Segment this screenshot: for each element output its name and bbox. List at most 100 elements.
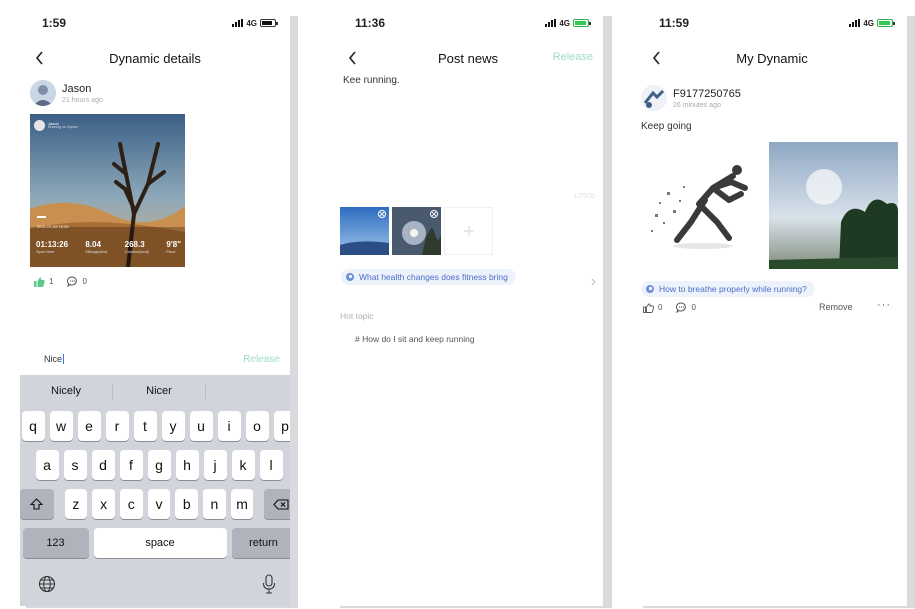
key-row-1: q w e r t y u i o p [20, 411, 290, 441]
key[interactable]: i [217, 411, 241, 441]
photo-stats: 01:13:26 Sport time 8.04 Mileage(km) 268.3… [36, 240, 181, 254]
key[interactable]: z [64, 489, 88, 519]
close-icon [432, 212, 436, 216]
workout-photo[interactable]: Jason Running on Gymax 2021-01-08 16:05 … [30, 114, 185, 267]
like-button[interactable]: 0 [643, 302, 662, 313]
dictation-button[interactable] [262, 574, 276, 599]
battery-charging-icon [573, 19, 591, 27]
hot-topic-item[interactable]: # How do I sit and keep running [355, 334, 475, 344]
selected-topic[interactable]: What health changes does fitness bring [341, 265, 516, 285]
backspace-icon [273, 498, 289, 510]
shift-key[interactable] [20, 489, 54, 519]
post-time: 21 hours ago [62, 96, 103, 104]
remove-image-button[interactable] [378, 210, 386, 218]
post-topic[interactable]: How to breathe properly while running? [641, 277, 815, 297]
post-images [637, 142, 898, 269]
key[interactable]: t [133, 411, 157, 441]
post-image[interactable] [637, 142, 766, 269]
post-author: F9177250765 26 minutes ago [637, 85, 907, 111]
globe-icon [38, 575, 56, 593]
status-bar: 1:59 4G [20, 6, 290, 40]
char-counter: 12/500 [573, 193, 595, 200]
key[interactable]: x [92, 489, 115, 519]
chevron-left-icon [348, 51, 356, 65]
photo-header-sub: Running on Gymax [48, 124, 78, 129]
attached-image[interactable] [392, 207, 441, 255]
plus-icon [463, 226, 474, 236]
suggestion-item[interactable]: Nicer [113, 385, 205, 397]
key[interactable]: q [21, 411, 45, 441]
key[interactable]: n [203, 489, 226, 519]
signal-icon [545, 19, 557, 27]
key[interactable]: l [259, 450, 283, 480]
key[interactable]: b [175, 489, 199, 519]
comment-bar: Nice Release [20, 348, 290, 370]
comment-input[interactable]: Nice [44, 354, 65, 364]
key[interactable]: o [245, 411, 269, 441]
key[interactable]: r [105, 411, 129, 441]
key[interactable]: f [119, 450, 143, 480]
key[interactable]: a [35, 450, 59, 480]
topic-chevron[interactable] [591, 273, 596, 291]
backspace-key[interactable] [264, 489, 290, 519]
comment-button[interactable]: 0 [67, 276, 87, 287]
signal-icon [232, 19, 244, 27]
topic-icon [346, 272, 354, 281]
avatar[interactable] [641, 85, 667, 111]
photo-avatar [34, 120, 45, 131]
avatar-image [641, 85, 667, 111]
numbers-key[interactable]: 123 [22, 528, 89, 558]
author-name: Jason [62, 82, 92, 95]
screen-post-news: 11:36 4G Post news Release Kee running. … [333, 6, 603, 606]
status-time: 11:36 [355, 16, 386, 30]
suggestion-item[interactable]: Nicely [20, 385, 112, 397]
more-button[interactable]: ··· [877, 299, 891, 311]
back-button[interactable] [343, 49, 361, 67]
key[interactable]: j [203, 450, 227, 480]
chevron-left-icon [35, 51, 43, 65]
post-text-area[interactable]: Kee running. [343, 75, 400, 86]
close-icon [380, 212, 384, 216]
author-name: F9177250765 [673, 87, 741, 100]
back-button[interactable] [647, 49, 665, 67]
key[interactable]: s [63, 450, 87, 480]
key[interactable]: c [119, 489, 143, 519]
remove-button[interactable]: Remove [819, 302, 853, 312]
status-time: 11:59 [659, 16, 690, 30]
key[interactable]: p [273, 411, 290, 441]
battery-icon [260, 19, 278, 27]
like-button[interactable]: 1 [34, 277, 53, 287]
release-button[interactable]: Release [553, 51, 593, 63]
photo-stat: 8.04 Mileage(km) [85, 240, 107, 254]
add-image-button[interactable] [444, 207, 493, 255]
screen-dynamic-details: 1:59 4G Dynamic details Jason 21 hours a… [20, 6, 290, 606]
attached-image[interactable] [340, 207, 389, 255]
key[interactable]: d [91, 450, 115, 480]
topic-icon [646, 284, 654, 293]
release-button[interactable]: Release [243, 354, 280, 365]
page-title: Dynamic details [109, 50, 201, 66]
key[interactable]: g [147, 450, 171, 480]
key-row-4: 123 space return [20, 528, 290, 558]
key[interactable]: e [77, 411, 101, 441]
key[interactable]: k [231, 450, 255, 480]
return-key[interactable]: return [231, 528, 290, 558]
stat-label: Calories(kcal) [124, 249, 150, 254]
status-time: 1:59 [42, 16, 67, 30]
globe-button[interactable] [38, 575, 56, 598]
comment-count: 0 [82, 277, 87, 286]
key[interactable]: u [189, 411, 213, 441]
microphone-icon [262, 574, 276, 594]
space-key[interactable]: space [93, 528, 227, 558]
comment-button[interactable]: 0 [676, 302, 696, 313]
key[interactable]: w [49, 411, 73, 441]
avatar[interactable] [30, 80, 56, 106]
network-label: 4G [863, 18, 874, 28]
key[interactable]: h [175, 450, 199, 480]
remove-image-button[interactable] [430, 210, 438, 218]
key[interactable]: y [161, 411, 185, 441]
back-button[interactable] [30, 49, 48, 67]
post-image[interactable] [769, 142, 898, 269]
key[interactable]: v [147, 489, 171, 519]
key[interactable]: m [230, 489, 254, 519]
